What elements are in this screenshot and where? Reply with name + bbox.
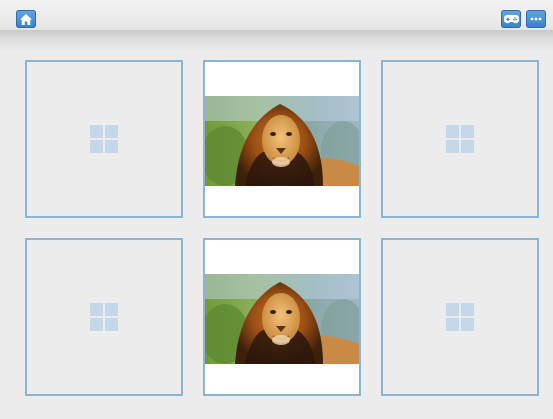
memory-game-screen <box>0 0 553 419</box>
memory-card-1[interactable] <box>25 60 183 218</box>
memory-card-5[interactable] <box>203 238 361 396</box>
home-icon <box>20 13 32 25</box>
memory-card-6[interactable] <box>381 238 539 396</box>
card-back-windows-icon <box>446 303 474 331</box>
top-toolbar <box>0 0 553 30</box>
memory-card-2[interactable] <box>203 60 361 218</box>
lion-image <box>205 96 359 186</box>
memory-card-4[interactable] <box>25 238 183 396</box>
home-button[interactable] <box>16 10 36 28</box>
more-options-button[interactable] <box>526 10 546 28</box>
gamepad-icon <box>503 14 519 23</box>
memory-card-3[interactable] <box>381 60 539 218</box>
card-back-windows-icon <box>446 125 474 153</box>
card-back-windows-icon <box>90 303 118 331</box>
game-controller-button[interactable] <box>501 10 521 28</box>
lion-image <box>205 274 359 364</box>
toolbar-shadow <box>0 30 553 52</box>
card-back-windows-icon <box>90 125 118 153</box>
more-icon <box>530 17 542 21</box>
